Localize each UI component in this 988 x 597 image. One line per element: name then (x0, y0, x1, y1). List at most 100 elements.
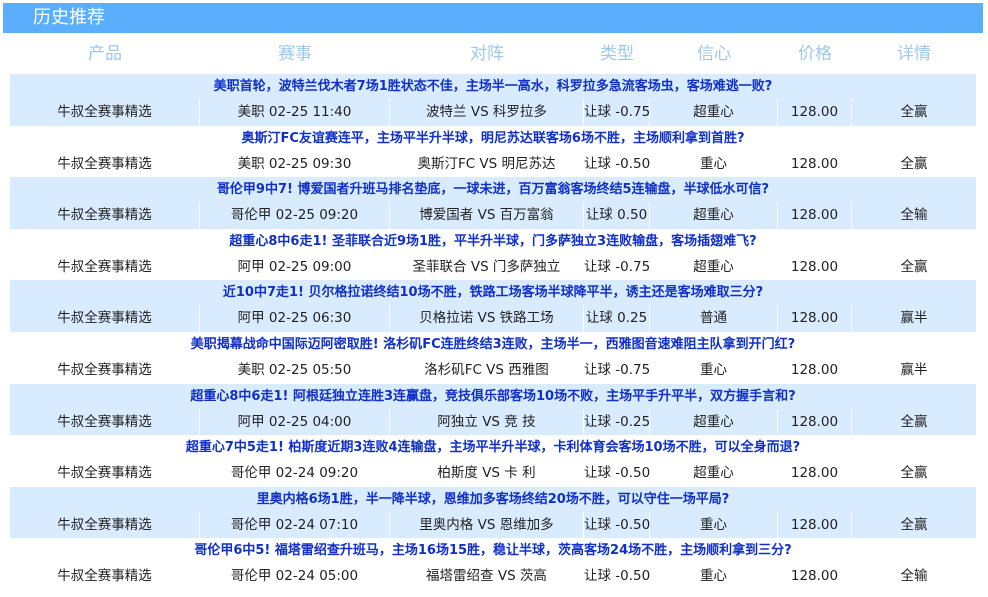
cell-result: 赢半 (900, 310, 928, 327)
cell-result: 全输 (900, 207, 928, 224)
table-header: 产品 赛事 对阵 类型 信心 价格 详情 (10, 36, 976, 72)
cell-result: 全赢 (900, 413, 928, 430)
row-headline-link[interactable]: 哥伦甲6中5! 福塔雷绍查升班马，主场16场15胜，稳让半球，茨高客场24场不胜… (10, 538, 976, 563)
cell-result: 全赢 (900, 155, 928, 172)
table-row[interactable]: 超重心8中6走1! 阿根廷独立连胜3连赢盘，竞技俱乐部客场10场不败，主场平手升… (10, 383, 976, 436)
cell-type: 让球 -0.25 (584, 408, 650, 436)
row-details: 牛叔全赛事精选 哥伦甲 02-25 09:20 博爱国者 VS 百万富翁 让球 … (10, 202, 976, 229)
cell-type: 让球 -0.75 (584, 253, 650, 281)
cell-result: 赢半 (900, 361, 928, 378)
cell-price: 128.00 (778, 99, 852, 126)
cell-teams: 阿独立 VS 竞 技 (390, 408, 584, 436)
cell-teams: 圣菲联合 VS 门多萨独立 (390, 253, 584, 281)
cell-teams: 福塔雷绍查 VS 茨高 (390, 563, 584, 590)
cell-teams: 柏斯度 VS 卡 利 (390, 460, 584, 487)
cell-match: 美职 02-25 05:50 (200, 356, 390, 384)
row-details: 牛叔全赛事精选 美职 02-25 05:50 洛杉矶FC VS 西雅图 让球 -… (10, 356, 976, 384)
cell-price: 128.00 (778, 150, 852, 178)
cell-match: 哥伦甲 02-24 05:00 (200, 563, 390, 590)
cell-product: 牛叔全赛事精选 (10, 150, 200, 178)
row-headline-link[interactable]: 哥伦甲9中7! 博爱国者升班马排名垫底，一球未进，百万富翁客场终结5连输盘，半球… (10, 177, 976, 203)
row-headline-link[interactable]: 里奥内格6场1胜，半一降半球，恩维加多客场终结20场不胜，可以守住一场平局? (10, 486, 976, 512)
row-headline-link[interactable]: 美职揭幕战命中国际迈阿密取胜! 洛杉矶FC连胜终结3连败，主场半一，西雅图音速难… (10, 332, 976, 357)
cell-product: 牛叔全赛事精选 (10, 253, 200, 281)
cell-confidence: 重心 (650, 563, 778, 590)
cell-teams: 里奥内格 VS 恩维加多 (390, 511, 584, 539)
table-row[interactable]: 美职首轮，波特兰伐木者7场1胜状态不佳，主场半一高水，科罗拉多急流客场虫，客场难… (10, 74, 976, 126)
cell-product: 牛叔全赛事精选 (10, 356, 200, 384)
cell-teams: 奥斯汀FC VS 明尼苏达 (390, 150, 584, 178)
cell-match: 阿甲 02-25 09:00 (200, 253, 390, 281)
row-details: 牛叔全赛事精选 阿甲 02-25 06:30 贝格拉诺 VS 铁路工场 让球 0… (10, 305, 976, 332)
cell-teams: 洛杉矶FC VS 西雅图 (390, 356, 584, 384)
column-header-details: 详情 (897, 44, 931, 64)
table-row[interactable]: 哥伦甲6中5! 福塔雷绍查升班马，主场16场15胜，稳让半球，茨高客场24场不胜… (10, 538, 976, 590)
cell-price: 128.00 (778, 253, 852, 281)
cell-price: 128.00 (778, 460, 852, 487)
table-row[interactable]: 奥斯汀FC友谊赛连平，主场平半升半球，明尼苏达联客场6场不胜，主场顺利拿到首胜?… (10, 126, 976, 178)
cell-confidence: 超重心 (650, 460, 778, 487)
row-details: 牛叔全赛事精选 阿甲 02-25 09:00 圣菲联合 VS 门多萨独立 让球 … (10, 253, 976, 281)
table-row[interactable]: 近10中7走1! 贝尔格拉诺终结10场不胜，铁路工场客场半球降平半，诱主还是客场… (10, 280, 976, 332)
row-headline-link[interactable]: 美职首轮，波特兰伐木者7场1胜状态不佳，主场半一高水，科罗拉多急流客场虫，客场难… (10, 74, 976, 99)
cell-product: 牛叔全赛事精选 (10, 511, 200, 539)
cell-result: 全输 (900, 568, 928, 585)
row-details: 牛叔全赛事精选 美职 02-25 09:30 奥斯汀FC VS 明尼苏达 让球 … (10, 150, 976, 178)
cell-confidence: 超重心 (650, 99, 778, 126)
row-headline-link[interactable]: 超重心8中6走1! 圣菲联合近9场1胜，平半升半球，门多萨独立3连败输盘，客场插… (10, 229, 976, 254)
cell-match: 哥伦甲 02-25 09:20 (200, 202, 390, 229)
cell-type: 让球 -0.50 (584, 511, 650, 539)
cell-teams: 博爱国者 VS 百万富翁 (390, 202, 584, 229)
cell-price: 128.00 (778, 511, 852, 539)
cell-price: 128.00 (778, 356, 852, 384)
row-headline-link[interactable]: 近10中7走1! 贝尔格拉诺终结10场不胜，铁路工场客场半球降平半，诱主还是客场… (10, 280, 976, 306)
row-details: 牛叔全赛事精选 美职 02-25 11:40 波特兰 VS 科罗拉多 让球 -0… (10, 99, 976, 126)
row-headline-link[interactable]: 超重心7中5走1! 柏斯度近期3连败4连输盘，主场平半升半球，卡利体育会客场10… (10, 435, 976, 460)
column-header-teams: 对阵 (470, 44, 504, 64)
table-row[interactable]: 里奥内格6场1胜，半一降半球，恩维加多客场终结20场不胜，可以守住一场平局? 牛… (10, 486, 976, 539)
cell-result: 全赢 (900, 465, 928, 482)
table-row[interactable]: 超重心7中5走1! 柏斯度近期3连败4连输盘，主场平半升半球，卡利体育会客场10… (10, 435, 976, 487)
cell-type: 让球 -0.50 (584, 563, 650, 590)
table-row[interactable]: 哥伦甲9中7! 博爱国者升班马排名垫底，一球未进，百万富翁客场终结5连输盘，半球… (10, 177, 976, 229)
cell-result: 全赢 (900, 104, 928, 120)
cell-type: 让球 0.25 (584, 305, 650, 332)
cell-price: 128.00 (778, 408, 852, 436)
cell-confidence: 重心 (650, 356, 778, 384)
cell-price: 128.00 (778, 563, 852, 590)
cell-match: 美职 02-25 11:40 (200, 99, 390, 126)
column-header-product: 产品 (88, 44, 122, 64)
column-header-confidence: 信心 (697, 44, 731, 64)
recommendation-list: 美职首轮，波特兰伐木者7场1胜状态不佳，主场半一高水，科罗拉多急流客场虫，客场难… (10, 74, 976, 590)
cell-product: 牛叔全赛事精选 (10, 99, 200, 126)
cell-product: 牛叔全赛事精选 (10, 202, 200, 229)
table-row[interactable]: 超重心8中6走1! 圣菲联合近9场1胜，平半升半球，门多萨独立3连败输盘，客场插… (10, 229, 976, 281)
table-row[interactable]: 美职揭幕战命中国际迈阿密取胜! 洛杉矶FC连胜终结3连败，主场半一，西雅图音速难… (10, 332, 976, 384)
cell-confidence: 重心 (650, 511, 778, 539)
cell-product: 牛叔全赛事精选 (10, 408, 200, 436)
page-title: 历史推荐 (3, 3, 983, 33)
cell-match: 美职 02-25 09:30 (200, 150, 390, 178)
column-header-type: 类型 (600, 44, 634, 64)
row-details: 牛叔全赛事精选 哥伦甲 02-24 05:00 福塔雷绍查 VS 茨高 让球 -… (10, 563, 976, 590)
cell-confidence: 重心 (650, 150, 778, 178)
cell-match: 哥伦甲 02-24 09:20 (200, 460, 390, 487)
cell-type: 让球 -0.75 (584, 99, 650, 126)
cell-product: 牛叔全赛事精选 (10, 460, 200, 487)
cell-teams: 贝格拉诺 VS 铁路工场 (390, 305, 584, 332)
column-header-match: 赛事 (278, 44, 312, 64)
cell-confidence: 超重心 (650, 253, 778, 281)
cell-teams: 波特兰 VS 科罗拉多 (390, 99, 584, 126)
cell-result: 全赢 (900, 516, 928, 533)
cell-match: 哥伦甲 02-24 07:10 (200, 511, 390, 539)
cell-product: 牛叔全赛事精选 (10, 305, 200, 332)
row-headline-link[interactable]: 奥斯汀FC友谊赛连平，主场平半升半球，明尼苏达联客场6场不胜，主场顺利拿到首胜? (10, 126, 976, 151)
cell-product: 牛叔全赛事精选 (10, 563, 200, 590)
row-headline-link[interactable]: 超重心8中6走1! 阿根廷独立连胜3连赢盘，竞技俱乐部客场10场不败，主场平手升… (10, 383, 976, 409)
cell-match: 阿甲 02-25 06:30 (200, 305, 390, 332)
row-details: 牛叔全赛事精选 哥伦甲 02-24 09:20 柏斯度 VS 卡 利 让球 -0… (10, 460, 976, 487)
column-header-price: 价格 (798, 44, 832, 64)
cell-price: 128.00 (778, 305, 852, 332)
cell-confidence: 超重心 (650, 202, 778, 229)
cell-type: 让球 -0.50 (584, 150, 650, 178)
